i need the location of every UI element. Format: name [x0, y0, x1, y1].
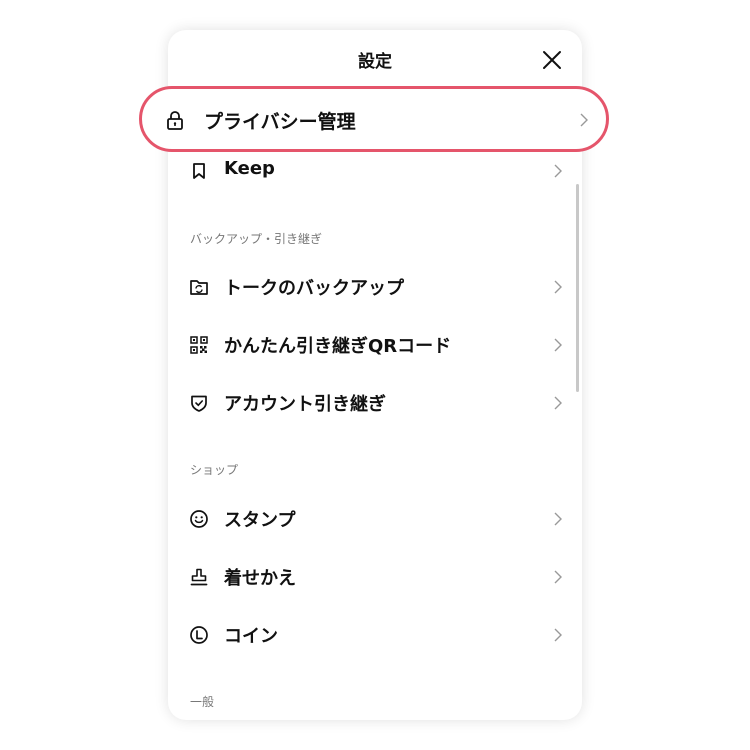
settings-item-label: コイン	[224, 626, 278, 647]
close-button[interactable]	[540, 48, 564, 72]
coin-icon	[189, 625, 209, 645]
chevron-right-icon	[552, 511, 564, 527]
chevron-right-icon	[552, 337, 564, 353]
close-icon	[543, 51, 561, 69]
settings-item-label: 着せかえ	[224, 568, 296, 589]
settings-item-label: アカウント引き継ぎ	[224, 394, 386, 415]
settings-item-label: トークのバックアップ	[224, 278, 404, 299]
settings-item-privacy-highlighted[interactable]: プライバシー管理	[139, 86, 609, 152]
settings-item-stickers[interactable]: スタンプ	[168, 490, 582, 548]
section-header-shop: ショップ	[190, 463, 239, 477]
settings-item-label: プライバシー管理	[204, 111, 356, 133]
shield-check-icon	[189, 393, 209, 413]
chevron-right-icon	[552, 395, 564, 411]
settings-item-coins[interactable]: コイン	[168, 606, 582, 664]
chevron-right-icon	[552, 627, 564, 643]
folder-sync-icon	[189, 277, 209, 297]
settings-item-qr-transfer[interactable]: かんたん引き継ぎQRコード	[168, 316, 582, 374]
qr-code-icon	[189, 335, 209, 355]
settings-item-label: かんたん引き継ぎQRコード	[224, 336, 452, 357]
chevron-right-icon	[552, 569, 564, 585]
page-title: 設定	[358, 52, 392, 72]
settings-item-themes[interactable]: 着せかえ	[168, 548, 582, 606]
panel-header: 設定	[168, 30, 582, 88]
chevron-right-icon	[552, 279, 564, 295]
settings-item-talk-backup[interactable]: トークのバックアップ	[168, 258, 582, 316]
chevron-right-icon	[552, 163, 564, 179]
bookmark-icon	[189, 161, 209, 181]
stamp-tool-icon	[189, 567, 209, 587]
settings-item-label: Keep	[224, 158, 275, 179]
lock-icon	[164, 109, 186, 131]
section-header-backup: バックアップ・引き継ぎ	[190, 232, 323, 246]
chevron-right-icon	[578, 112, 590, 128]
settings-item-label: スタンプ	[224, 510, 296, 531]
settings-item-account-transfer[interactable]: アカウント引き継ぎ	[168, 374, 582, 432]
section-header-general: 一般	[190, 695, 215, 709]
smiley-icon	[189, 509, 209, 529]
screen: 設定 Keep バックアップ・引き継ぎ トークのバックアップ かんたん引き継ぎQ…	[0, 0, 750, 750]
